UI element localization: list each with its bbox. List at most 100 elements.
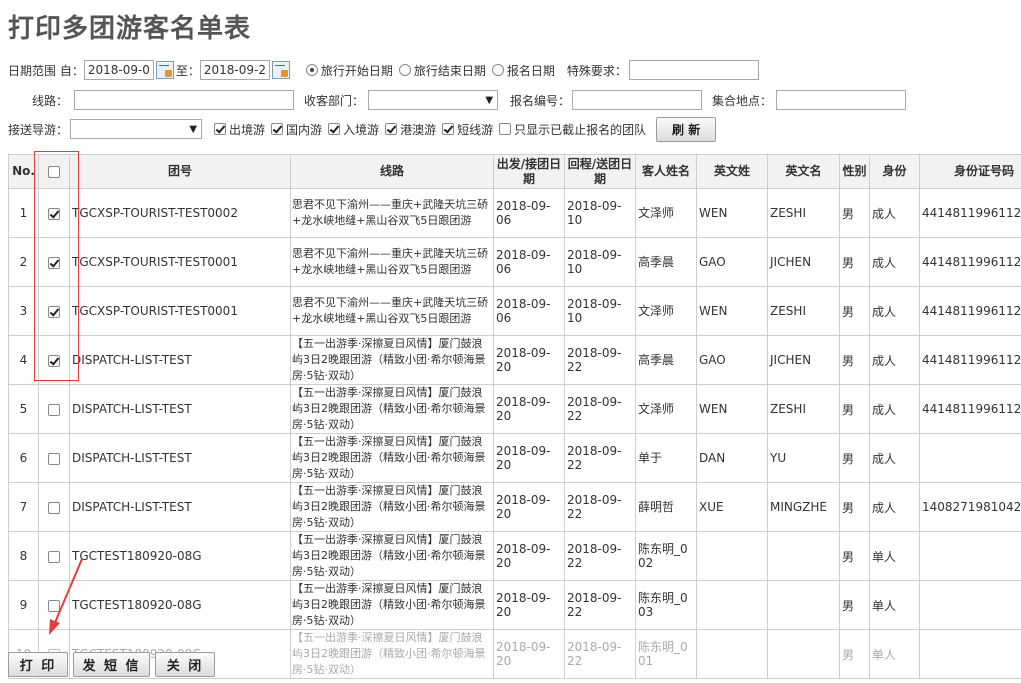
radio-start-date[interactable] <box>305 64 318 76</box>
cell-english-given-name: ZESHI <box>767 188 840 238</box>
row-checkbox[interactable] <box>48 207 60 220</box>
route-input[interactable] <box>74 90 295 110</box>
refresh-button[interactable]: 刷 新 <box>656 116 717 142</box>
cell-identity-type: 单人 <box>869 580 920 630</box>
radio-signup-date[interactable] <box>491 64 504 76</box>
cell-id-number: 4414811996112934 <box>919 335 1021 385</box>
cell-return-date: 2018-09-10 <box>564 286 636 336</box>
cell-group-no: DISPATCH-LIST-TEST <box>69 335 291 385</box>
send-sms-button[interactable]: 发 短 信 <box>73 652 150 677</box>
row-checkbox[interactable] <box>48 354 60 367</box>
cell-route: 思君不见下渝州——重庆+武隆天坑三硚+龙水峡地缝+黑山谷双飞5日跟团游 <box>290 188 494 238</box>
cell-group-no: TGCTEST180920-08G <box>69 580 291 630</box>
cell-row-no: 5 <box>8 384 39 434</box>
row-checkbox[interactable] <box>48 403 60 416</box>
closed-only-checkbox[interactable] <box>499 123 512 135</box>
page-title: 打印多团游客名单表 <box>8 14 252 44</box>
table-header-row: No. 团号 线路 出发/接团日期 回程/送团日期 客人姓名 英文姓 英文名 性… <box>8 154 1021 189</box>
date-to-input[interactable] <box>199 60 270 80</box>
type-checkbox[interactable] <box>271 123 284 135</box>
bottom-action-bar: 打 印 发 短 信 关 闭 <box>0 648 1021 683</box>
calendar-icon[interactable] <box>155 61 174 79</box>
cell-english-surname: WEN <box>696 188 768 238</box>
row-checkbox[interactable] <box>48 305 60 318</box>
guide-select[interactable]: ▼ <box>70 119 203 139</box>
cell-group-no: DISPATCH-LIST-TEST <box>69 482 291 532</box>
type-checkbox[interactable] <box>385 123 398 135</box>
cell-group-no: TGCXSP-TOURIST-TEST0002 <box>69 188 291 238</box>
cell-id-number: 4414811996112964 <box>919 237 1021 287</box>
cell-row-select <box>38 580 70 630</box>
cell-row-select <box>38 286 70 336</box>
row-checkbox[interactable] <box>48 452 60 465</box>
col-header-depart: 出发/接团日期 <box>493 154 565 189</box>
cell-return-date: 2018-09-22 <box>564 433 636 483</box>
cell-route: 【五一出游季·深擦夏日风情】厦门鼓浪屿3日2晚跟团游（精致小团·希尔顿海景房·5… <box>290 482 494 532</box>
cell-return-date: 2018-09-22 <box>564 580 636 630</box>
cell-group-no: TGCXSP-TOURIST-TEST0001 <box>69 286 291 336</box>
cell-row-no: 1 <box>8 188 39 238</box>
col-header-route: 线路 <box>290 154 494 189</box>
type-checkbox[interactable] <box>214 123 227 135</box>
cell-gender: 男 <box>839 286 870 336</box>
table-row: 9 TGCTEST180920-08G 【五一出游季·深擦夏日风情】厦门鼓浪屿3日2… <box>8 580 1021 630</box>
cell-group-no: TGCTEST180920-08G <box>69 531 291 581</box>
type-checkbox[interactable] <box>328 123 341 135</box>
row-checkbox[interactable] <box>48 256 60 269</box>
cell-row-no: 6 <box>8 433 39 483</box>
meeting-input[interactable] <box>776 90 907 110</box>
row-checkbox[interactable] <box>48 550 60 563</box>
table-row: 8 TGCTEST180920-08G 【五一出游季·深擦夏日风情】厦门鼓浪屿3日2… <box>8 531 1021 581</box>
dropdown-arrow-icon: ▼ <box>485 94 494 106</box>
cell-depart-date: 2018-09-06 <box>493 286 565 336</box>
cell-identity-type: 成人 <box>869 384 920 434</box>
cell-identity-type: 成人 <box>869 188 920 238</box>
cell-route: 【五一出游季·深擦夏日风情】厦门鼓浪屿3日2晚跟团游（精致小团·希尔顿海景房·5… <box>290 433 494 483</box>
cell-guest-name: 陈东明_003 <box>635 580 697 630</box>
cell-gender: 男 <box>839 335 870 385</box>
cell-guest-name: 薛明哲 <box>635 482 697 532</box>
cell-english-given-name: MINGZHE <box>767 482 840 532</box>
cell-guest-name: 高季晨 <box>635 237 697 287</box>
print-button[interactable]: 打 印 <box>8 652 68 677</box>
cell-group-no: DISPATCH-LIST-TEST <box>69 433 291 483</box>
row-checkbox[interactable] <box>48 501 60 514</box>
cell-depart-date: 2018-09-20 <box>493 482 565 532</box>
col-header-id-no: 身份证号码 <box>919 154 1021 189</box>
cell-row-select <box>38 335 70 385</box>
special-label: 特殊要求： <box>566 63 627 78</box>
date-from-input[interactable] <box>83 60 154 80</box>
special-input[interactable] <box>628 60 759 80</box>
radio-end-date[interactable] <box>398 64 411 76</box>
tourist-table: No. 团号 线路 出发/接团日期 回程/送团日期 客人姓名 英文姓 英文名 性… <box>8 154 1021 679</box>
cell-english-surname: GAO <box>696 335 768 385</box>
col-header-surname: 英文姓 <box>696 154 768 189</box>
cell-english-given-name <box>767 580 840 630</box>
cell-group-no: DISPATCH-LIST-TEST <box>69 384 291 434</box>
cell-route: 【五一出游季·深擦夏日风情】厦门鼓浪屿3日2晚跟团游（精致小团·希尔顿海景房·5… <box>290 531 494 581</box>
calendar-icon[interactable] <box>271 61 290 79</box>
table-row: 1 TGCXSP-TOURIST-TEST0002 思君不见下渝州——重庆+武隆天坑… <box>8 188 1021 238</box>
close-button[interactable]: 关 闭 <box>155 652 215 677</box>
cell-english-given-name: ZESHI <box>767 286 840 336</box>
dept-select[interactable]: ▼ <box>368 90 499 110</box>
date-range-label: 日期范围 自： <box>8 63 84 78</box>
cell-english-given-name: JICHEN <box>767 237 840 287</box>
cell-english-given-name <box>767 531 840 581</box>
type-checkbox[interactable] <box>442 123 455 135</box>
cell-gender: 男 <box>839 531 870 581</box>
cell-row-select <box>38 237 70 287</box>
cell-route: 思君不见下渝州——重庆+武隆天坑三硚+龙水峡地缝+黑山谷双飞5日跟团游 <box>290 286 494 336</box>
select-all-checkbox[interactable] <box>48 165 60 178</box>
signup-no-input[interactable] <box>572 90 703 110</box>
cell-group-no: TGCXSP-TOURIST-TEST0001 <box>69 237 291 287</box>
col-header-select <box>38 154 70 189</box>
col-header-gender: 性别 <box>839 154 870 189</box>
tourist-table-container: No. 团号 线路 出发/接团日期 回程/送团日期 客人姓名 英文姓 英文名 性… <box>8 154 1021 680</box>
radio-label: 报名日期 <box>506 63 555 78</box>
table-row: 5 DISPATCH-LIST-TEST 【五一出游季·深擦夏日风情】厦门鼓浪屿3日… <box>8 384 1021 434</box>
cell-identity-type: 成人 <box>869 482 920 532</box>
cell-identity-type: 成人 <box>869 286 920 336</box>
cell-depart-date: 2018-09-20 <box>493 433 565 483</box>
row-checkbox[interactable] <box>48 599 60 612</box>
